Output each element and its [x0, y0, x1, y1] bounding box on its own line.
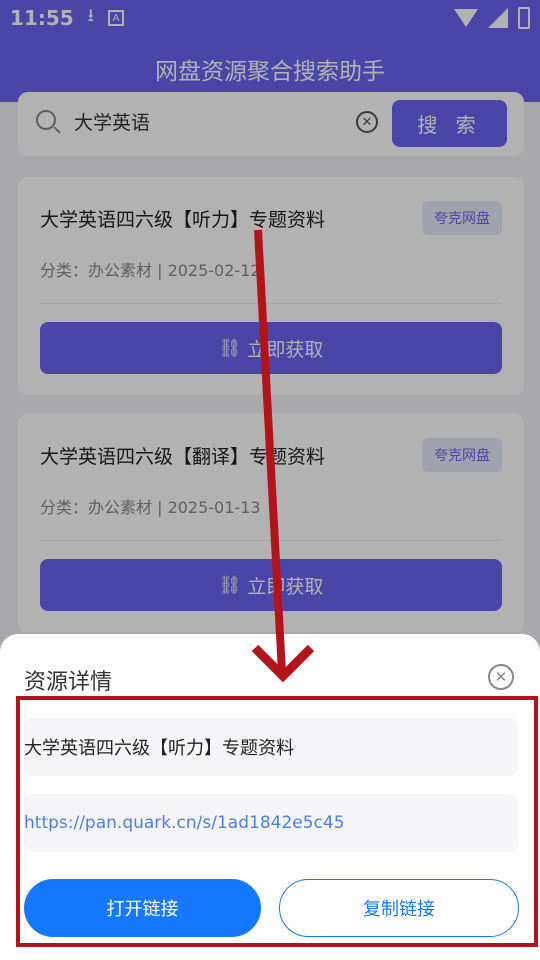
annotation-arrow [251, 229, 315, 683]
annotation-arrow-shaft [254, 229, 286, 673]
